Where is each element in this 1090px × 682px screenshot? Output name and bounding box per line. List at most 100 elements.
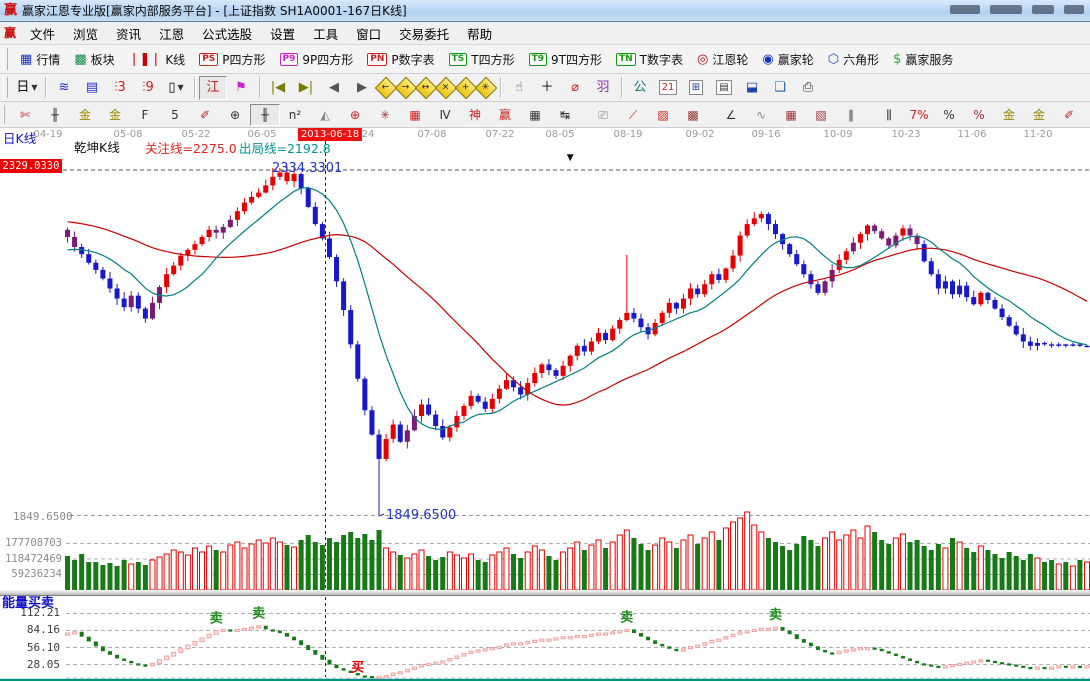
button-六角形[interactable]: ⬡六角形	[821, 47, 886, 71]
toolbar-grip[interactable]	[3, 48, 8, 70]
printer-icon[interactable]: ⎙	[794, 76, 822, 100]
trend-wave-icon[interactable]: ≋	[50, 76, 78, 100]
win-comb-icon[interactable]: 赢	[490, 104, 520, 126]
gold-ratio-icon[interactable]: 金	[70, 104, 100, 126]
grid-pen-icon[interactable]: ▨	[648, 104, 678, 126]
scale-bars-icon[interactable]: ⫼	[874, 104, 904, 126]
chart-area[interactable]: 卖卖买卖卖▼ 04-1905-0805-2206-052013-06-18240…	[0, 128, 1090, 682]
button-9P四方形[interactable]: P99P四方形	[273, 47, 361, 71]
toolbar-grip[interactable]	[3, 77, 8, 98]
wave4-icon[interactable]: Ⅳ	[430, 104, 460, 126]
web-doc-icon[interactable]: ❏	[766, 76, 794, 100]
shen-comb-icon[interactable]: 神	[460, 104, 490, 126]
title-bar: 赢 赢家江恩专业版[赢家内部服务平台] - [上证指数 SH1A0001-167…	[0, 0, 1090, 22]
percent7-icon[interactable]: 7%	[904, 104, 934, 126]
percent-icon[interactable]: %	[934, 104, 964, 126]
zigzag-icon[interactable]: ∿	[746, 104, 776, 126]
icon-glyph: ⫼	[886, 109, 892, 121]
calendar-icon[interactable]: 21	[654, 76, 682, 100]
volume-scale-label: 177708703	[0, 537, 62, 549]
button-江恩轮[interactable]: ◎江恩轮	[690, 47, 755, 71]
gold-circle-icon[interactable]: 金	[994, 104, 1024, 126]
button-T数字表[interactable]: TNT数字表	[609, 47, 690, 71]
menu-item-设置[interactable]: 设置	[261, 24, 304, 43]
notepad-icon[interactable]: ▤	[710, 76, 738, 100]
period-day-selector[interactable]: 日▼	[13, 76, 41, 100]
date-tick: 07-08	[417, 128, 446, 141]
crosshair-tool-icon[interactable]: ＋	[533, 76, 561, 100]
net-box-icon[interactable]: ▩	[678, 104, 708, 126]
parallel-icon[interactable]: ∥	[836, 104, 866, 126]
info-panel-icon[interactable]: ▤	[78, 76, 106, 100]
matrix-icon[interactable]: ▦	[776, 104, 806, 126]
button-P数字表[interactable]: PNP数字表	[360, 47, 441, 71]
save-icon[interactable]: ⬓	[738, 76, 766, 100]
menu-item-浏览[interactable]: 浏览	[64, 24, 107, 43]
knife-tool-icon[interactable]: ✄	[10, 104, 40, 126]
gann-comb-icon[interactable]: ╫	[40, 104, 70, 126]
last-page-icon[interactable]: ▶|	[292, 76, 320, 100]
bars-3-icon[interactable]: ⫶3	[106, 76, 134, 100]
date-axis: 04-1905-0805-2206-052013-06-182407-0807-…	[0, 128, 1090, 141]
menu-item-工具[interactable]: 工具	[304, 24, 347, 43]
purple-edit-icon[interactable]: 羽	[589, 76, 617, 100]
gann-mode-icon[interactable]: 江	[199, 76, 227, 100]
button-K线[interactable]: ❘❚❘K线	[122, 47, 193, 71]
button-赢家轮[interactable]: ◉赢家轮	[755, 47, 820, 71]
hand-tool-icon[interactable]: ☝	[505, 76, 533, 100]
hrange-icon[interactable]: ↹	[550, 104, 580, 126]
menu-item-资讯[interactable]: 资讯	[107, 24, 150, 43]
matrix-arrow-icon[interactable]: ▧	[806, 104, 836, 126]
n2-icon[interactable]: n²	[280, 104, 310, 126]
gold-lines-icon[interactable]: 金	[1024, 104, 1054, 126]
plain-comb-icon[interactable]: ╫	[250, 104, 280, 126]
brush-icon[interactable]: ✐	[1054, 104, 1084, 126]
percent-line-icon[interactable]: %	[964, 104, 994, 126]
bars-9-icon[interactable]: ⫶9	[134, 76, 162, 100]
frame-icon[interactable]: ⎚	[588, 104, 618, 126]
icon-glyph: ☝	[515, 81, 523, 94]
fib-comb-icon[interactable]: F	[130, 104, 160, 126]
low-scale-label: 1849.6500	[0, 511, 66, 524]
button-P四方形[interactable]: PSP四方形	[192, 47, 272, 71]
color-flag-icon[interactable]: ⚑	[227, 76, 255, 100]
angle-ruler-icon[interactable]: ◭	[310, 104, 340, 126]
calculator-icon[interactable]: ⊞	[682, 76, 710, 100]
t9-square-icon: T9	[529, 53, 547, 66]
cycle-circle-icon[interactable]: ⊕	[220, 104, 250, 126]
menu-item-公式选股[interactable]: 公式选股	[193, 24, 261, 43]
button-T四方形[interactable]: TST四方形	[442, 47, 522, 71]
candle-style-selector[interactable]: ▯▼	[162, 76, 190, 100]
panel-splitter[interactable]	[0, 590, 1090, 596]
button-9T四方形[interactable]: T99T四方形	[522, 47, 609, 71]
next-page-icon[interactable]: ▶	[348, 76, 376, 100]
prev-page-icon[interactable]: ◀	[320, 76, 348, 100]
red-pen-icon[interactable]: ✐	[190, 104, 220, 126]
cycle5-comb-icon[interactable]: 5	[160, 104, 190, 126]
date-tick: 11-20	[1023, 128, 1052, 141]
rays-icon[interactable]: ⟋	[618, 104, 648, 126]
target-icon[interactable]: ⊕	[340, 104, 370, 126]
button-行情[interactable]: ▦行情	[13, 47, 67, 71]
button-赢家服务[interactable]: $赢家服务	[886, 47, 960, 71]
zoom-cancel-icon[interactable]: ⌀	[561, 76, 589, 100]
menu-item-江恩[interactable]: 江恩	[150, 24, 193, 43]
trend-lines-icon[interactable]: ∠	[716, 104, 746, 126]
red-grid-icon[interactable]: ▦	[400, 104, 430, 126]
gold-ratio2-icon[interactable]: 金	[100, 104, 130, 126]
chart-canvas[interactable]: 卖卖买卖卖▼	[0, 128, 1090, 682]
menu-item-帮助[interactable]: 帮助	[458, 24, 501, 43]
button-板块[interactable]: ▩板块	[67, 47, 121, 71]
menu-item-交易委托[interactable]: 交易委托	[390, 24, 458, 43]
toolbar-grip[interactable]	[3, 105, 5, 124]
menu-item-窗口[interactable]: 窗口	[347, 24, 390, 43]
diamond-all-icon[interactable]: ✳	[475, 76, 498, 99]
grid123-icon[interactable]: ▦	[520, 104, 550, 126]
brain-icon[interactable]: 公	[626, 76, 654, 100]
starburst-icon[interactable]: ✳	[370, 104, 400, 126]
icon-glyph: 羽	[596, 81, 609, 94]
menu-item-文件[interactable]: 文件	[21, 24, 64, 43]
first-page-icon[interactable]: |◀	[264, 76, 292, 100]
ghost-blob	[990, 5, 1022, 14]
shou-lines-icon[interactable]: 寿	[1084, 104, 1090, 126]
